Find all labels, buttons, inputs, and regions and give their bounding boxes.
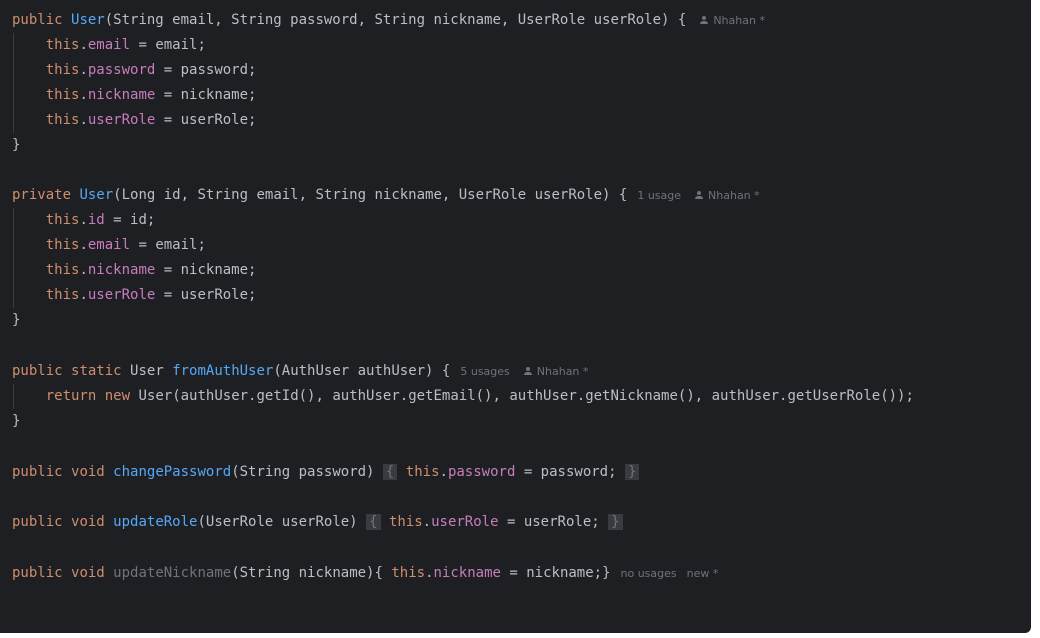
return-type: User — [130, 363, 164, 379]
code-line[interactable]: private User(Long id, String email, Stri… — [12, 183, 760, 208]
field: nickname — [433, 565, 501, 581]
keyword: static — [71, 363, 122, 379]
keyword: this — [45, 62, 80, 78]
vcs-status-hint[interactable]: new * — [687, 567, 719, 580]
person-icon — [700, 16, 709, 25]
code-line[interactable]: public User(String email, String passwor… — [12, 8, 765, 33]
code-line[interactable]: } — [12, 133, 20, 158]
author-hint[interactable]: Nhahan * — [520, 365, 589, 378]
field: nickname — [87, 87, 156, 103]
assignment: = email; — [130, 237, 206, 253]
code-line[interactable]: this.id = id; — [12, 208, 156, 233]
assignment: = nickname; — [155, 87, 257, 103]
author-hint[interactable]: Nhahan * — [696, 14, 765, 27]
params: (String password) — [231, 464, 375, 480]
author-hint[interactable]: Nhahan * — [691, 189, 760, 202]
code-line[interactable]: } — [12, 308, 20, 333]
signature: (String email, String password, String n… — [104, 12, 687, 28]
usages-hint[interactable]: 1 usage — [637, 189, 681, 202]
signature: (AuthUser authUser) { — [273, 363, 451, 379]
keyword: this — [45, 262, 80, 278]
assignment: = userRole; — [498, 514, 600, 530]
code-line[interactable]: this.email = email; — [12, 233, 206, 258]
assignment: = id; — [104, 212, 156, 228]
keyword: this — [391, 565, 426, 581]
keyword: this — [45, 237, 80, 253]
person-icon — [523, 367, 533, 376]
code-line[interactable]: this.nickname = nickname; — [12, 258, 257, 283]
keyword: this — [45, 212, 80, 228]
keyword: public — [12, 363, 63, 379]
keyword: public — [12, 12, 63, 28]
method-name: fromAuthUser — [172, 363, 274, 379]
author-name: Nhahan * — [708, 189, 760, 202]
params: (UserRole userRole) — [197, 514, 358, 530]
code-editor[interactable]: public User(String email, String passwor… — [0, 0, 1031, 633]
keyword: public — [12, 514, 63, 530]
keyword: private — [12, 187, 72, 203]
code-line[interactable]: public void updateNickname(String nickna… — [12, 561, 718, 586]
assignment: = nickname; — [155, 262, 257, 278]
keyword: this — [45, 112, 80, 128]
keyword: public — [12, 464, 63, 480]
code-line[interactable]: public void changePassword(String passwo… — [12, 460, 640, 485]
code-line[interactable]: this.userRole = userRole; — [12, 283, 257, 308]
fold-open-brace[interactable]: { — [366, 514, 381, 530]
field: email — [87, 37, 131, 53]
field: id — [87, 212, 105, 228]
signature: (Long id, String email, String nickname,… — [113, 187, 628, 203]
method-name: changePassword — [113, 464, 232, 480]
keyword: new — [104, 388, 131, 404]
keyword: this — [45, 37, 80, 53]
assignment: = nickname;} — [500, 565, 611, 581]
fold-close-brace[interactable]: } — [608, 514, 623, 530]
field: userRole — [431, 514, 499, 530]
call-args: (authUser.getId(), authUser.getEmail(), … — [172, 388, 914, 404]
fold-open-brace[interactable]: { — [382, 464, 398, 480]
code-line[interactable]: this.nickname = nickname; — [12, 83, 257, 108]
field: nickname — [87, 262, 156, 278]
code-line[interactable]: public static User fromAuthUser(AuthUser… — [12, 359, 588, 384]
class-ref: User — [138, 388, 173, 404]
method-name: updateNickname — [113, 565, 232, 581]
params: (String nickname){ — [231, 565, 392, 581]
keyword: this — [405, 464, 440, 480]
code-line[interactable]: public void updateRole(UserRole userRole… — [12, 510, 623, 535]
keyword: this — [45, 87, 80, 103]
keyword: void — [71, 464, 105, 480]
constructor-name: User — [71, 12, 105, 28]
author-name: Nhahan * — [713, 14, 765, 27]
fold-close-brace[interactable]: } — [624, 464, 640, 480]
keyword: return — [45, 388, 97, 404]
assignment: = userRole; — [155, 287, 257, 303]
keyword: this — [388, 514, 423, 530]
method-name: updateRole — [113, 514, 198, 530]
assignment: = email; — [130, 37, 206, 53]
field: email — [87, 237, 131, 253]
keyword: void — [71, 565, 105, 581]
assignment: = password; — [515, 464, 617, 480]
field: userRole — [87, 112, 156, 128]
keyword: void — [71, 514, 105, 530]
usages-hint[interactable]: 5 usages — [460, 365, 509, 378]
field: password — [87, 62, 156, 78]
field: userRole — [87, 287, 156, 303]
person-icon — [695, 191, 704, 200]
code-line[interactable]: return new User(authUser.getId(), authUs… — [12, 384, 914, 409]
keyword: this — [45, 287, 80, 303]
assignment: = userRole; — [155, 112, 257, 128]
code-line[interactable]: } — [12, 409, 20, 434]
code-line[interactable]: this.password = password; — [12, 58, 257, 83]
code-line[interactable]: this.email = email; — [12, 33, 206, 58]
assignment: = password; — [155, 62, 257, 78]
field: password — [447, 464, 516, 480]
code-line[interactable]: this.userRole = userRole; — [12, 108, 257, 133]
usages-hint[interactable]: no usages — [621, 567, 677, 580]
author-name: Nhahan * — [536, 365, 589, 378]
constructor-name: User — [79, 187, 114, 203]
keyword: public — [12, 565, 63, 581]
